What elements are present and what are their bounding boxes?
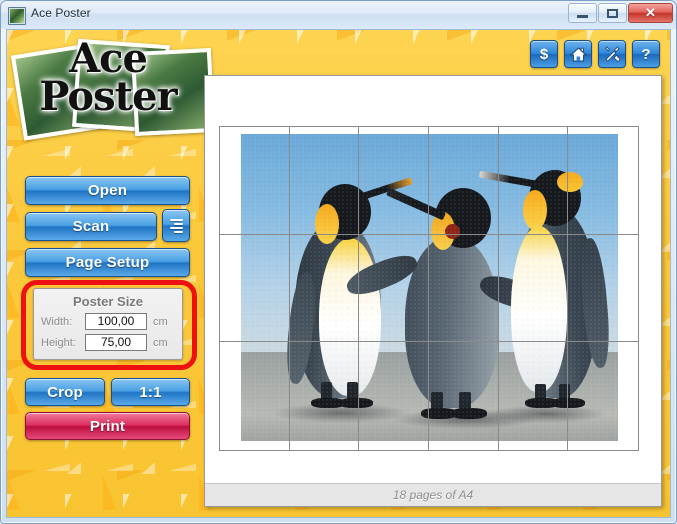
page-cell [429,342,499,450]
logo-line-2: Poster [39,73,177,121]
title-bar: Ace Poster ✕ [1,1,676,29]
page-cell [428,234,499,343]
page-cell [499,342,569,450]
list-menu-icon [169,218,183,233]
maximize-icon [607,8,618,18]
page-cell [568,127,638,235]
width-field-row: Width: 100,00 cm [41,313,182,330]
help-button[interactable]: ? [632,40,660,68]
crop-button[interactable]: Crop [25,378,105,406]
caption-button-group: ✕ [567,3,673,23]
height-field-row: Height: 75,00 cm [41,334,182,351]
page-cell [289,127,360,235]
tools-button[interactable] [598,40,626,68]
width-input[interactable]: 100,00 [85,313,147,330]
page-cell [568,342,638,450]
page-cell [498,127,569,235]
tools-icon [604,46,620,62]
page-cell [290,342,360,450]
width-label: Width: [41,315,73,328]
page-grid-overlay [219,126,639,451]
buy-button[interactable]: $ [530,40,558,68]
status-bar: 18 pages of A4 [205,483,661,506]
page-cell [289,234,360,343]
home-button[interactable] [564,40,592,68]
maximize-button[interactable] [598,3,627,23]
logo-text: Ace Poster [13,38,203,121]
dollar-icon: $ [539,45,549,63]
scan-options-button[interactable] [162,209,190,242]
app-photo-icon [8,7,26,25]
poster-size-title: Poster Size [72,294,144,309]
print-button[interactable]: Print [25,412,190,440]
question-mark-icon: ? [641,45,651,63]
page-cell [428,127,499,235]
page-cell [220,127,290,235]
page-cell [359,234,429,343]
minimize-button[interactable] [568,3,597,23]
preview-panel: 18 pages of A4 [204,75,662,507]
poster-size-panel: Poster Size Width: 100,00 cm Height: 75,… [33,288,183,360]
application-window: Ace Poster ✕ Ace Poster $ ? Open Scan Pa… [0,0,677,524]
page-cell [498,234,569,343]
window-title: Ace Poster [31,6,91,20]
page-cell [359,342,429,450]
home-icon [569,46,587,61]
width-unit: cm [153,315,168,328]
close-button[interactable]: ✕ [628,3,673,23]
client-area: Ace Poster $ ? Open Scan Page Setup Post… [6,29,671,518]
height-input[interactable]: 75,00 [85,334,147,351]
open-button[interactable]: Open [25,176,190,205]
close-icon: ✕ [645,5,656,20]
app-logo: Ace Poster [10,34,216,146]
page-cell [220,342,290,450]
page-cell [359,127,429,235]
preview-sheet[interactable] [205,76,661,484]
page-cell [568,235,638,343]
top-toolbar: $ ? [530,40,660,68]
one-to-one-button[interactable]: 1:1 [111,378,190,406]
scan-button[interactable]: Scan [25,212,157,241]
page-setup-button[interactable]: Page Setup [25,248,190,277]
page-count-status: 18 pages of A4 [392,488,474,502]
height-label: Height: [41,336,76,349]
minimize-icon [577,14,588,18]
page-cell [220,234,290,343]
height-unit: cm [153,336,168,349]
